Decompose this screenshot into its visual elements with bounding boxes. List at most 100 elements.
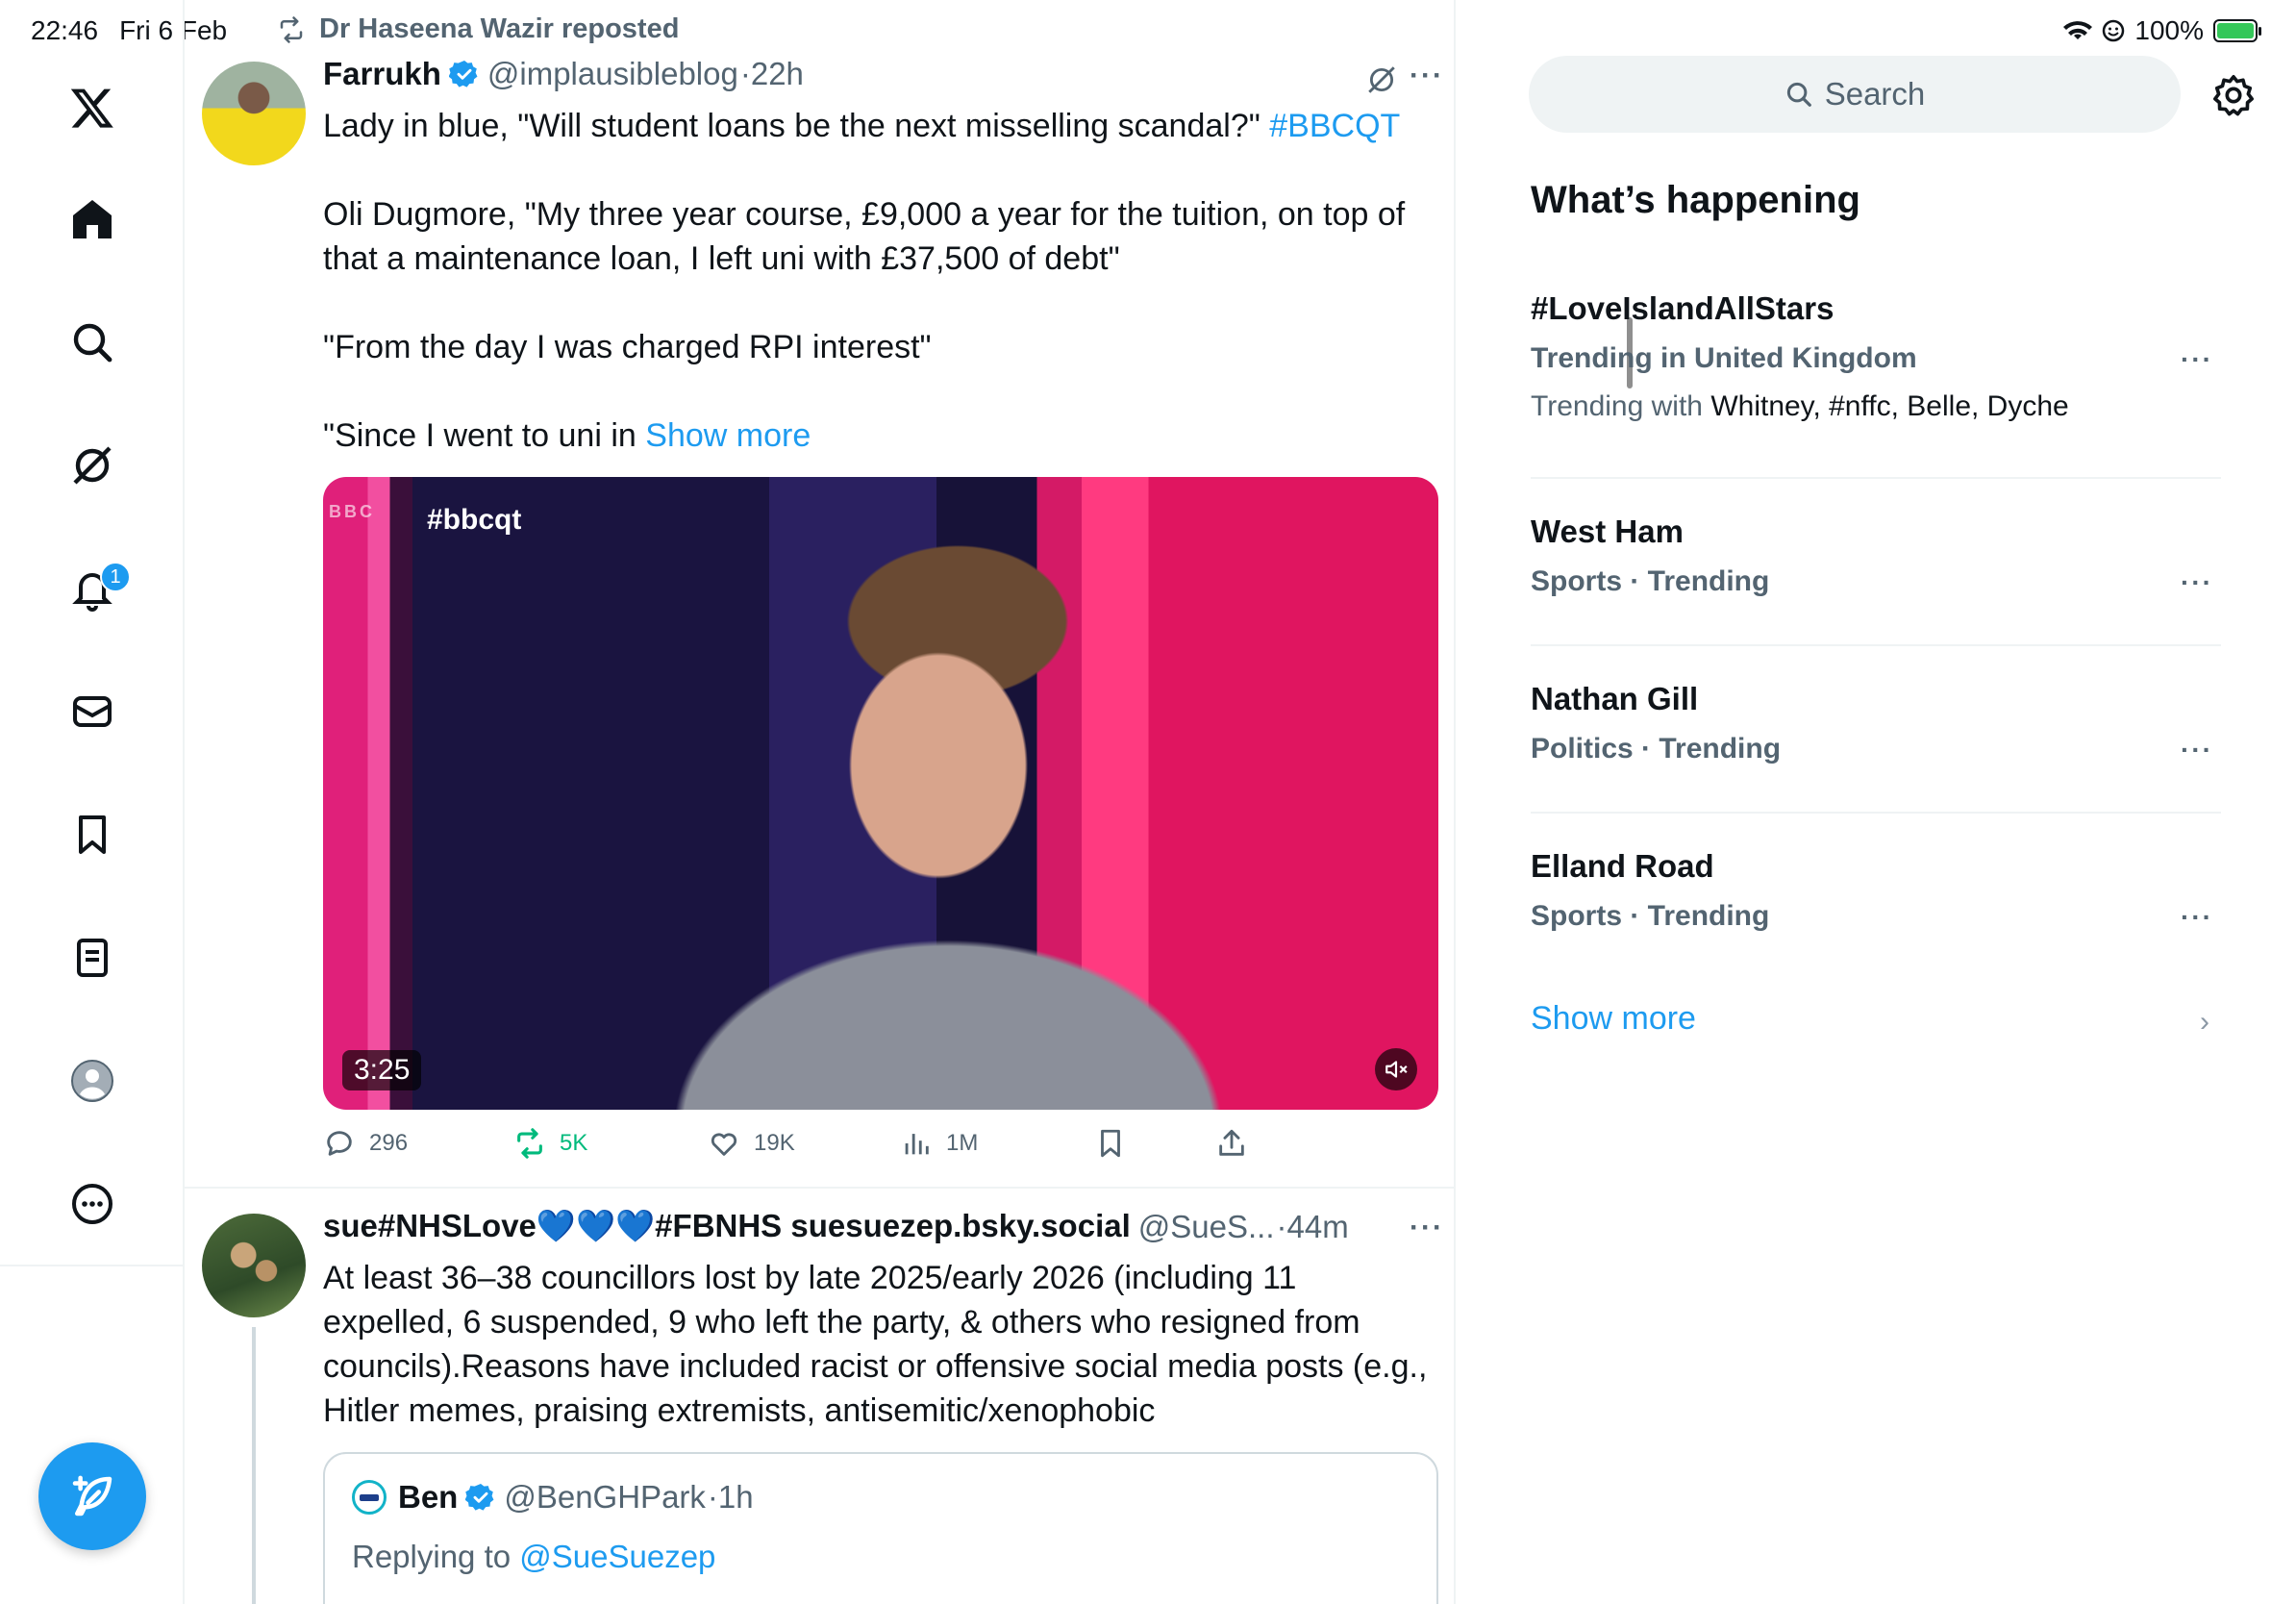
repost-context[interactable]: Dr Haseena Wazir reposted <box>277 13 679 45</box>
grok-explain-icon[interactable] <box>1365 63 1398 96</box>
nav-divider <box>0 1265 185 1266</box>
mute-button[interactable] <box>1375 1048 1417 1090</box>
tweet-text-para2: Oli Dugmore, "My three year course, £9,0… <box>323 196 1406 277</box>
trend-item[interactable]: West Ham Sports · Trending ··· <box>1531 514 2223 598</box>
repost-count: 5K <box>560 1130 588 1156</box>
trend-more-button[interactable]: ··· <box>2181 902 2213 933</box>
trend-more-button[interactable]: ··· <box>2181 735 2213 765</box>
share-icon <box>1219 1129 1244 1156</box>
views-button[interactable]: 1M <box>900 1127 978 1160</box>
reply-icon <box>327 1131 352 1156</box>
trend-meta: Sports · Trending <box>1531 565 1770 597</box>
video-overlay-hashtag: #bbcqt <box>427 504 522 536</box>
trend-meta: Politics · Trending <box>1531 733 1782 764</box>
show-more-trends-link[interactable]: Show more <box>1531 1000 1696 1038</box>
notifications-badge: 1 <box>100 562 131 592</box>
trend-item[interactable]: Nathan Gill Politics · Trending ··· <box>1531 681 2223 765</box>
author-name[interactable]: Farrukh <box>323 56 441 92</box>
trend-name: West Ham <box>1531 514 1684 549</box>
reply-count: 296 <box>369 1130 409 1156</box>
settings-gear-icon[interactable] <box>2211 73 2256 117</box>
quoted-tweet[interactable]: Ben @BenGHPark ·1h Replying to @SueSueze… <box>323 1452 1438 1604</box>
replying-to-link[interactable]: @SueSuezep <box>519 1539 715 1574</box>
trend-divider <box>1531 477 2221 479</box>
bookmarks-icon[interactable] <box>54 796 131 873</box>
bbc-logo: BBC <box>329 502 375 521</box>
view-count: 1M <box>946 1130 979 1156</box>
hashtag-link[interactable]: #BBCQT <box>1269 108 1400 144</box>
home-icon[interactable] <box>54 181 131 258</box>
trend-related: Trending with Whitney, #nffc, Belle, Dyc… <box>1531 390 2223 423</box>
tweet-actions: 296 5K 19K 1M <box>323 1127 1285 1169</box>
quote-time: ·1h <box>707 1479 754 1515</box>
trend-more-button[interactable]: ··· <box>2181 567 2213 598</box>
repost-button[interactable]: 5K <box>513 1127 587 1160</box>
post-time[interactable]: ·44m <box>1277 1209 1349 1245</box>
tweet-more-button[interactable]: ··· <box>1410 1212 1444 1244</box>
bookmark-button[interactable] <box>1094 1127 1127 1160</box>
trend-meta: Trending in United Kingdom <box>1531 342 1917 374</box>
heart-icon <box>711 1133 737 1156</box>
trend-more-button[interactable]: ··· <box>2181 344 2213 375</box>
search-input[interactable]: Search <box>1529 56 2181 133</box>
author-handle[interactable]: @SueS... <box>1138 1209 1275 1245</box>
messages-icon[interactable] <box>54 673 131 750</box>
quote-header: Ben @BenGHPark ·1h <box>352 1479 754 1516</box>
speaker-muted-icon <box>1385 1061 1408 1078</box>
status-bar-right: 100% <box>2063 15 2261 46</box>
tweet-divider <box>185 1187 1456 1189</box>
verified-badge-icon <box>465 1484 494 1511</box>
verified-badge-icon <box>448 61 478 88</box>
whats-happening-title: What’s happening <box>1531 179 1860 221</box>
tweet-header: Farrukh @implausibleblog ·22h <box>323 56 804 92</box>
battery-percent: 100% <box>2134 15 2204 45</box>
trend-name: Nathan Gill <box>1531 681 1699 716</box>
show-more-link[interactable]: Show more <box>645 417 811 454</box>
search-icon <box>1786 82 1811 107</box>
repost-active-icon <box>517 1128 542 1159</box>
post-time[interactable]: ·22h <box>740 56 804 92</box>
timeline: Dr Haseena Wazir reposted Farrukh @impla… <box>185 0 1633 1604</box>
bookmark-icon <box>1101 1129 1120 1158</box>
tweet-header: sue#NHSLove💙💙💙#FBNHS suesuezep.bsky.soci… <box>323 1208 1349 1245</box>
quote-author-handle: @BenGHPark <box>504 1479 706 1515</box>
search-icon[interactable] <box>54 304 131 381</box>
trend-divider <box>1531 812 2221 814</box>
more-options-icon[interactable] <box>54 1165 131 1242</box>
tweet-text-line1: Lady in blue, "Will student loans be the… <box>323 108 1270 144</box>
video-duration: 3:25 <box>342 1050 422 1090</box>
video-player[interactable]: BBC #bbcqt 3:25 <box>323 477 1438 1110</box>
tweet-more-button[interactable]: ··· <box>1410 60 1444 92</box>
compose-feather-icon <box>72 1475 112 1516</box>
repost-label: Dr Haseena Wazir reposted <box>319 13 680 44</box>
like-button[interactable]: 19K <box>708 1127 795 1160</box>
chevron-right-icon: › <box>2200 1006 2209 1038</box>
trend-name: Elland Road <box>1531 848 1714 884</box>
notifications-bell-icon[interactable]: 1 <box>54 550 131 627</box>
quote-author-name: Ben <box>398 1479 459 1515</box>
reply-button[interactable]: 296 <box>323 1127 408 1160</box>
author-handle[interactable]: @implausibleblog <box>487 56 738 92</box>
left-nav: 1 <box>0 0 185 1604</box>
lists-icon[interactable] <box>54 919 131 996</box>
replying-prefix: Replying to <box>352 1539 520 1574</box>
author-name[interactable]: sue#NHSLove💙💙💙#FBNHS suesuezep.bsky.soci… <box>323 1208 1131 1245</box>
trend-item[interactable]: Elland Road Sports · Trending ··· <box>1531 848 2223 933</box>
repost-icon <box>280 15 303 43</box>
wifi-icon <box>2063 21 2093 39</box>
tweet-body: Lady in blue, "Will student loans be the… <box>323 104 1429 502</box>
compose-post-button[interactable] <box>38 1442 146 1550</box>
x-logo-icon[interactable] <box>54 69 131 146</box>
profile-icon[interactable] <box>54 1042 131 1119</box>
share-button[interactable] <box>1215 1127 1248 1160</box>
avatar[interactable] <box>202 1214 306 1317</box>
avatar[interactable] <box>202 62 306 165</box>
tweet-text-para3: "From the day I was charged RPI interest… <box>323 329 932 365</box>
grok-icon[interactable] <box>54 427 131 504</box>
tweet-text-para4: "Since I went to uni in <box>323 417 646 454</box>
avatar <box>352 1480 387 1515</box>
trend-related-terms: Whitney, #nffc, Belle, Dyche <box>1710 390 2069 422</box>
trend-related-prefix: Trending with <box>1531 390 1711 422</box>
thread-line <box>252 1327 256 1604</box>
trend-item[interactable]: #LoveIslandAllStars Trending in United K… <box>1531 290 2223 423</box>
